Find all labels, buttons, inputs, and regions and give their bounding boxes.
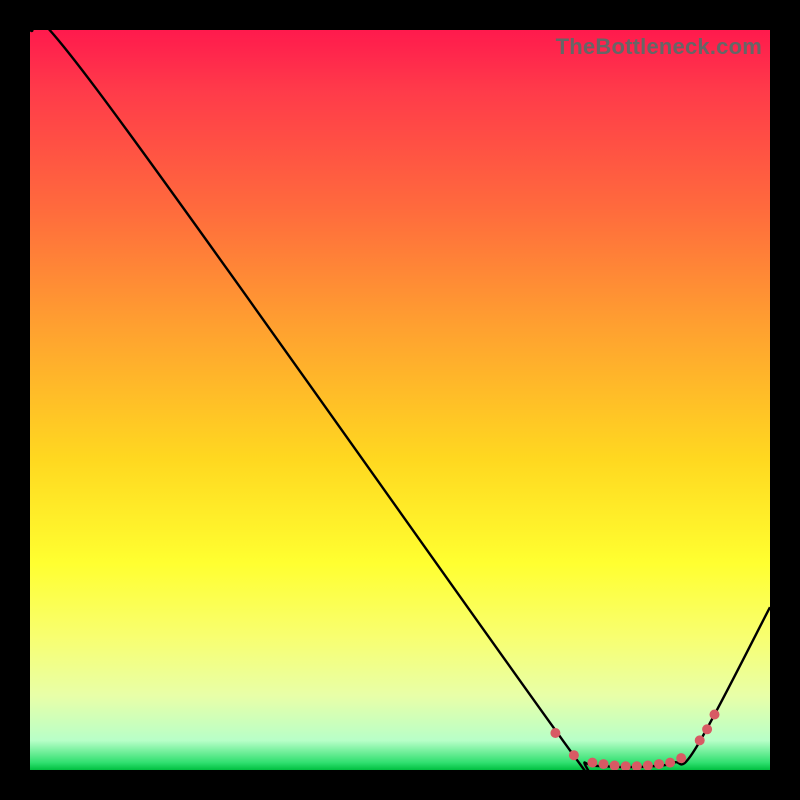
marker-point bbox=[654, 759, 664, 769]
marker-point bbox=[610, 761, 620, 770]
marker-point bbox=[643, 761, 653, 770]
marker-point bbox=[569, 750, 579, 760]
marker-point bbox=[676, 753, 686, 763]
watermark-text: TheBottleneck.com bbox=[556, 34, 762, 60]
marker-point bbox=[621, 761, 631, 770]
marker-point bbox=[665, 758, 675, 768]
marker-point bbox=[710, 710, 720, 720]
marker-point bbox=[550, 728, 560, 738]
marker-point bbox=[632, 761, 642, 770]
plot-area: TheBottleneck.com bbox=[30, 30, 770, 770]
marker-point bbox=[695, 735, 705, 745]
marker-point bbox=[702, 724, 712, 734]
curve-line bbox=[30, 30, 770, 770]
chart-container: TheBottleneck.com bbox=[0, 0, 800, 800]
marker-point bbox=[599, 759, 609, 769]
marker-group bbox=[550, 710, 719, 771]
chart-svg bbox=[30, 30, 770, 770]
marker-point bbox=[587, 758, 597, 768]
